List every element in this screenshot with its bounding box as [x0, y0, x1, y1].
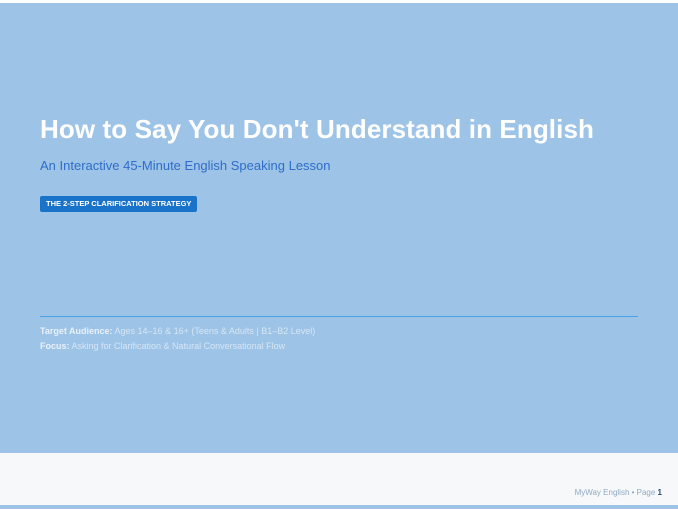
- lesson-subtitle: An Interactive 45-Minute English Speakin…: [40, 158, 331, 173]
- page-footer: MyWay English • Page 1: [575, 488, 662, 497]
- focus-label: Focus:: [40, 341, 70, 351]
- strategy-badge: THE 2-STEP CLARIFICATION STRATEGY: [40, 196, 198, 212]
- lesson-title: How to Say You Don't Understand in Engli…: [40, 114, 594, 144]
- target-audience-label: Target Audience:: [40, 326, 113, 336]
- focus-line: Focus: Asking for Clarification & Natura…: [40, 341, 285, 351]
- section-divider: [40, 316, 638, 317]
- bottom-edge-strip: [0, 505, 678, 509]
- title-slide-hero: How to Say You Don't Understand in Engli…: [0, 3, 678, 453]
- page-number: 1: [657, 488, 662, 497]
- target-audience-line: Target Audience: Ages 14–16 & 16+ (Teens…: [40, 326, 315, 336]
- target-audience-value: Ages 14–16 & 16+ (Teens & Adults | B1–B2…: [112, 326, 316, 336]
- footer-brand: MyWay English • Page: [574, 488, 658, 497]
- document-page: How to Say You Don't Understand in Engli…: [0, 0, 678, 509]
- focus-value: Asking for Clarification & Natural Conve…: [69, 341, 286, 351]
